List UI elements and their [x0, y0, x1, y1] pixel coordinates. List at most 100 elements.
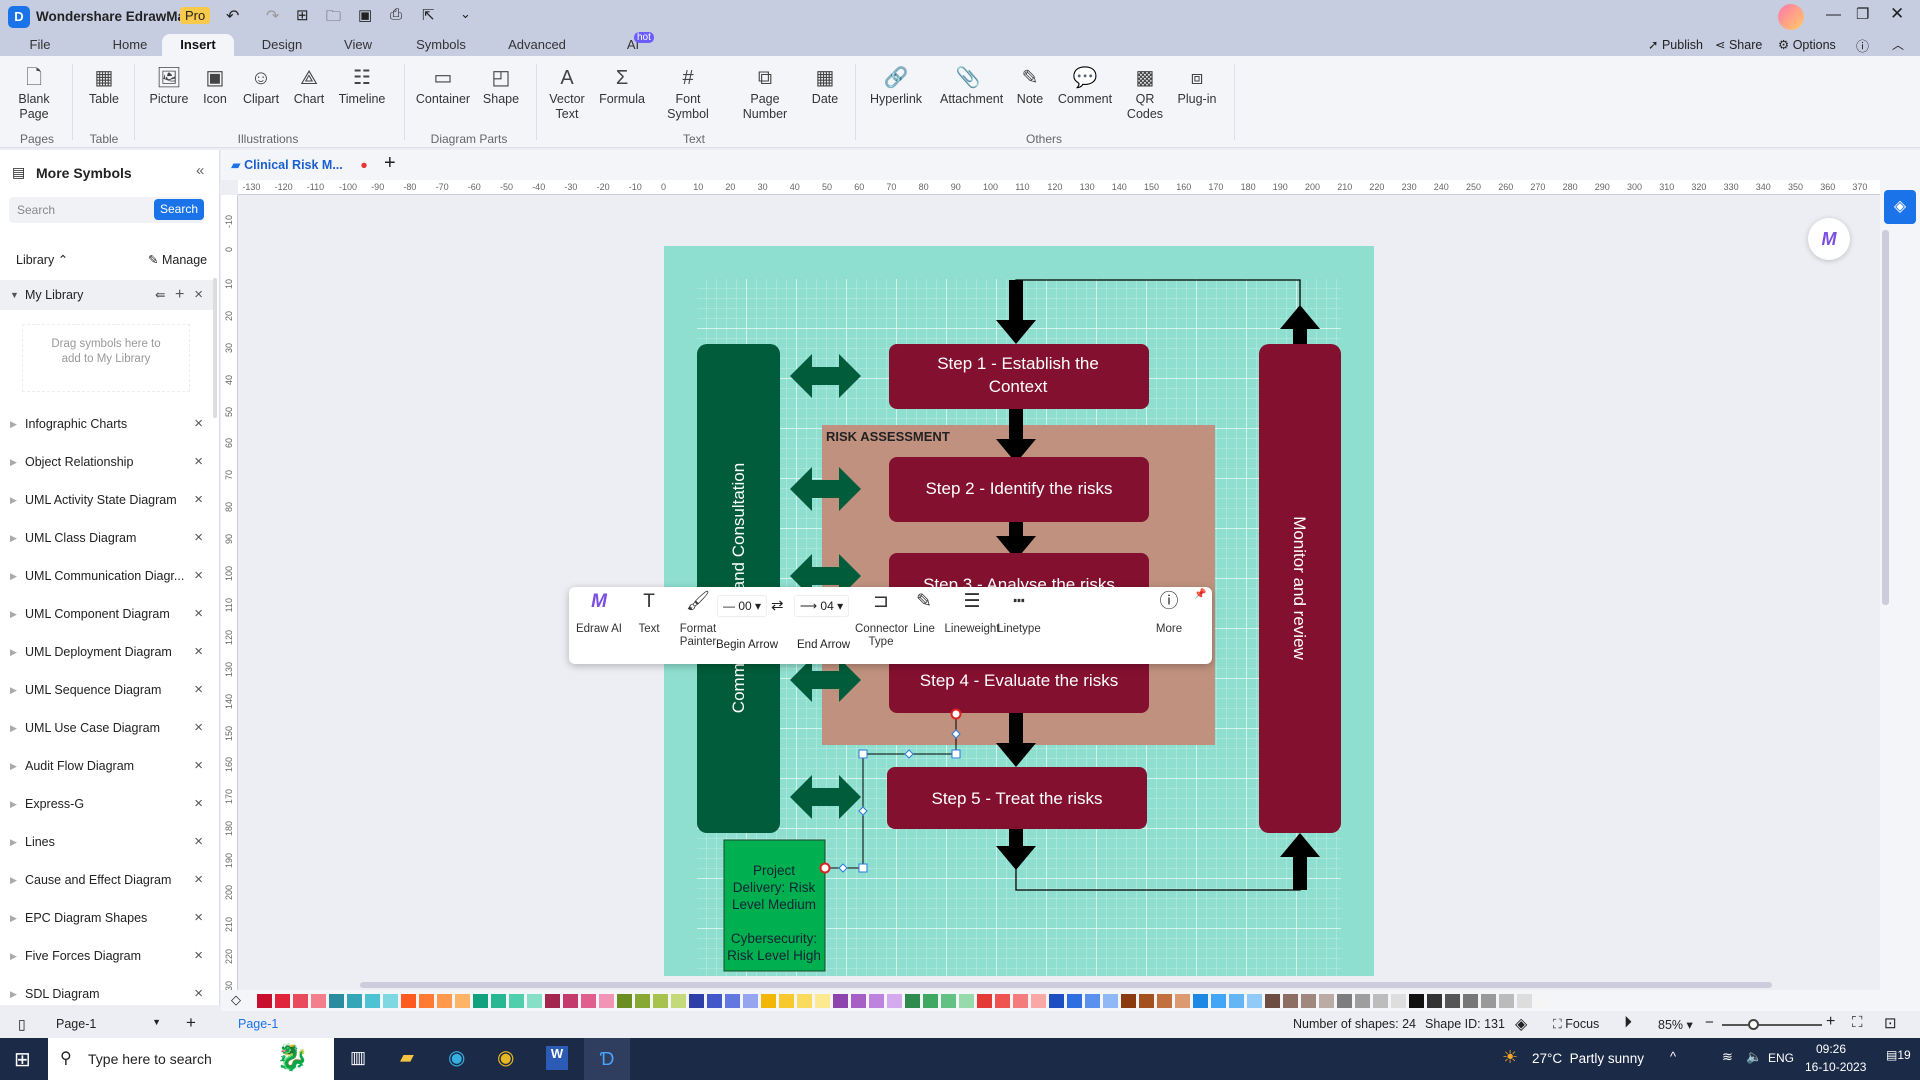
color-swatch[interactable]: [833, 994, 848, 1008]
color-swatch[interactable]: [527, 994, 542, 1008]
color-swatch[interactable]: [1085, 994, 1100, 1008]
line-button[interactable]: ✎ Line: [909, 592, 939, 636]
color-swatch[interactable]: [959, 994, 974, 1008]
clock-time[interactable]: 09:26: [1816, 1042, 1846, 1056]
color-swatch[interactable]: [365, 994, 380, 1008]
color-swatch[interactable]: [1481, 994, 1496, 1008]
edge-icon[interactable]: ◉: [448, 1045, 465, 1070]
more-button[interactable]: ⓘ More: [1151, 592, 1187, 636]
color-swatch[interactable]: [311, 994, 326, 1008]
color-swatch[interactable]: [977, 994, 992, 1008]
connector-endpoint[interactable]: [819, 862, 831, 874]
color-swatch[interactable]: [257, 994, 272, 1008]
color-swatch[interactable]: [1337, 994, 1352, 1008]
color-swatch[interactable]: [1211, 994, 1226, 1008]
clock-date[interactable]: 16-10-2023: [1805, 1060, 1866, 1074]
begin-arrow-select[interactable]: — 00 ▾: [717, 595, 767, 617]
color-swatch[interactable]: [347, 994, 362, 1008]
color-swatch[interactable]: [1175, 994, 1190, 1008]
fill-bucket-icon[interactable]: ◇: [231, 992, 241, 1008]
color-swatch[interactable]: [1373, 994, 1388, 1008]
color-swatch[interactable]: [1391, 994, 1406, 1008]
focus-button[interactable]: ⛶ Focus: [1553, 1017, 1599, 1032]
language-indicator[interactable]: ENG: [1768, 1051, 1794, 1065]
color-swatch[interactable]: [923, 994, 938, 1008]
windows-start-icon[interactable]: ⊞: [14, 1047, 31, 1072]
color-swatch[interactable]: [635, 994, 650, 1008]
color-swatch[interactable]: [653, 994, 668, 1008]
color-swatch[interactable]: [1103, 994, 1118, 1008]
color-swatch[interactable]: [419, 994, 434, 1008]
zoom-out-button[interactable]: −: [1705, 1014, 1714, 1031]
color-swatch[interactable]: [563, 994, 578, 1008]
zoom-slider-handle[interactable]: [1747, 1019, 1759, 1030]
color-swatch[interactable]: [1067, 994, 1082, 1008]
color-swatch[interactable]: [1121, 994, 1136, 1008]
connector-handle[interactable]: [858, 863, 868, 873]
color-swatch[interactable]: [779, 994, 794, 1008]
word-icon[interactable]: W: [546, 1046, 568, 1070]
fullscreen-icon[interactable]: ⊡: [1884, 1014, 1897, 1032]
color-swatch[interactable]: [401, 994, 416, 1008]
color-swatch[interactable]: [707, 994, 722, 1008]
color-swatch[interactable]: [1535, 994, 1550, 1008]
weather-text[interactable]: 27°C Partly sunny: [1532, 1051, 1644, 1066]
color-swatch[interactable]: [599, 994, 614, 1008]
color-swatch[interactable]: [1445, 994, 1460, 1008]
swap-arrows-icon[interactable]: ⇄: [771, 596, 784, 614]
color-swatch[interactable]: [1031, 994, 1046, 1008]
color-swatch[interactable]: [1301, 994, 1316, 1008]
color-swatch[interactable]: [437, 994, 452, 1008]
color-swatch[interactable]: [509, 994, 524, 1008]
color-swatch[interactable]: [275, 994, 290, 1008]
end-arrow-select[interactable]: ⟶ 04 ▾: [794, 595, 849, 617]
zoom-slider[interactable]: [1722, 1019, 1822, 1030]
connector-handle[interactable]: [951, 749, 961, 759]
color-swatch[interactable]: [1013, 994, 1028, 1008]
color-swatch[interactable]: [869, 994, 884, 1008]
color-swatch[interactable]: [1463, 994, 1478, 1008]
color-swatch[interactable]: [545, 994, 560, 1008]
color-swatch[interactable]: [1247, 994, 1262, 1008]
text-button[interactable]: T Text: [631, 592, 667, 636]
zoom-select[interactable]: 85% ▾: [1658, 1017, 1693, 1032]
color-swatch[interactable]: [995, 994, 1010, 1008]
color-swatch[interactable]: [1319, 994, 1334, 1008]
color-swatch[interactable]: [1157, 994, 1172, 1008]
zoom-in-button[interactable]: +: [1826, 1013, 1835, 1031]
color-swatch[interactable]: [851, 994, 866, 1008]
task-view-icon[interactable]: ▥: [350, 1048, 366, 1068]
network-icon[interactable]: ≋: [1722, 1049, 1733, 1065]
color-swatch[interactable]: [689, 994, 704, 1008]
color-swatch[interactable]: [1499, 994, 1514, 1008]
color-swatch[interactable]: [671, 994, 686, 1008]
layers-icon[interactable]: ◈: [1515, 1014, 1527, 1034]
color-swatch[interactable]: [887, 994, 902, 1008]
color-swatch[interactable]: [1139, 994, 1154, 1008]
edraw-ai-button[interactable]: M Edraw AI: [575, 592, 623, 636]
color-swatch[interactable]: [725, 994, 740, 1008]
color-swatch[interactable]: [941, 994, 956, 1008]
page-select[interactable]: Page-1 ▼: [56, 1017, 161, 1031]
color-swatch[interactable]: [473, 994, 488, 1008]
color-swatch[interactable]: [293, 994, 308, 1008]
color-swatch[interactable]: [491, 994, 506, 1008]
edrawmax-taskbar-icon[interactable]: Ɗ: [584, 1038, 630, 1080]
notifications-button[interactable]: ▤19: [1886, 1048, 1911, 1062]
color-swatch[interactable]: [1193, 994, 1208, 1008]
taskbar-search[interactable]: ⚲ Type here to search 🐉: [48, 1038, 334, 1080]
file-explorer-icon[interactable]: ▰: [400, 1047, 414, 1068]
color-swatch[interactable]: [1283, 994, 1298, 1008]
connector-type-button[interactable]: ⊐ Connector Type: [855, 592, 908, 649]
page-tab[interactable]: Page-1: [238, 1017, 278, 1031]
play-icon[interactable]: ⏵: [1624, 1014, 1632, 1032]
color-swatch[interactable]: [581, 994, 596, 1008]
color-swatch[interactable]: [1049, 994, 1064, 1008]
color-swatch[interactable]: [905, 994, 920, 1008]
color-swatch[interactable]: [617, 994, 632, 1008]
color-swatch[interactable]: [797, 994, 812, 1008]
connector-endpoint[interactable]: [950, 708, 962, 720]
color-swatch[interactable]: [1229, 994, 1244, 1008]
color-swatch[interactable]: [761, 994, 776, 1008]
color-swatch[interactable]: [329, 994, 344, 1008]
